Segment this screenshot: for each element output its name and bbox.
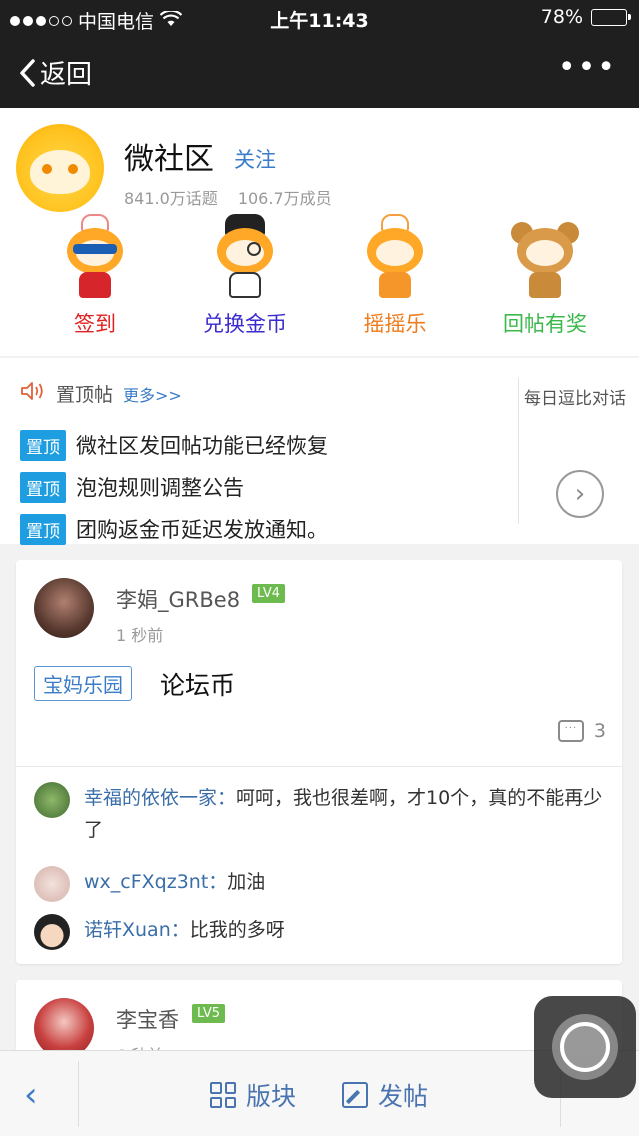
reply-reward-label: 回帖有奖 — [503, 312, 587, 336]
pinned-header: 置顶帖 更多>> — [20, 380, 182, 407]
exchange-coins-label: 兑换金币 — [203, 312, 287, 336]
status-bar: 中国电信 上午11:43 78% — [0, 0, 639, 36]
boards-label: 版块 — [246, 1082, 297, 1111]
pinned-tag: 置顶 — [20, 429, 66, 461]
comment-count[interactable]: ··· 3 — [557, 720, 606, 742]
pinned-title: 置顶帖 — [56, 384, 114, 406]
avatar — [34, 782, 70, 818]
forum-tag[interactable]: 宝妈乐园 — [34, 666, 132, 701]
chevron-left-icon — [20, 58, 35, 87]
comment-icon: ··· — [557, 720, 584, 742]
edit-icon — [342, 1082, 368, 1108]
pinned-item-text: 微社区发回帖功能已经恢复 — [76, 434, 328, 458]
community-logo — [16, 124, 104, 212]
post-author[interactable]: 李娟_GRBe8 — [116, 584, 240, 614]
new-post-button[interactable]: 发帖 — [342, 1077, 428, 1113]
shake-label: 摇摇乐 — [363, 312, 427, 336]
pinned-list: 置顶 微社区发回帖功能已经恢复 置顶 泡泡规则调整公告 置顶 团购返金币延迟发放… — [20, 424, 328, 550]
avatar[interactable] — [34, 578, 94, 638]
avatar — [34, 866, 70, 902]
pinned-item[interactable]: 置顶 泡泡规则调整公告 — [20, 466, 328, 508]
action-row: 签到 兑换金币 摇摇乐 回帖有奖 — [0, 214, 639, 340]
back-arrow-button[interactable]: ‹ — [24, 1075, 38, 1115]
pinned-item[interactable]: 置顶 团购返金币延迟发放通知。 — [20, 508, 328, 550]
level-badge: LV5 — [192, 1004, 225, 1023]
reply-reward-button[interactable]: 回帖有奖 — [485, 214, 605, 338]
pinned-item[interactable]: 置顶 微社区发回帖功能已经恢复 — [20, 424, 328, 466]
post-title[interactable]: 论坛币 — [160, 666, 235, 702]
pinned-item-text: 团购返金币延迟发放通知。 — [76, 518, 328, 542]
reply-item[interactable]: wx_cFXqz3nt：加油 — [34, 866, 604, 902]
pinned-tag: 置顶 — [20, 471, 66, 503]
grid-icon — [210, 1082, 236, 1108]
reply-reward-mascot-icon — [509, 214, 581, 300]
checkin-label: 签到 — [74, 312, 116, 336]
community-stats: 841.0万话题 106.7万成员 — [124, 185, 332, 209]
pinned-divider — [518, 378, 519, 524]
reply-author[interactable]: wx_cFXqz3nt： — [84, 871, 227, 893]
level-badge: LV4 — [252, 584, 285, 603]
reply-item[interactable]: 幸福的依依一家：呵呵，我也很差啊，才10个，真的不能再少了 — [34, 782, 604, 846]
assistive-touch-icon — [560, 1022, 610, 1072]
back-label: 返回 — [40, 60, 93, 90]
community-title: 微社区 — [124, 142, 214, 177]
reply-item[interactable]: 诺轩Xuan：比我的多呀 — [34, 914, 604, 950]
pinned-more-link[interactable]: 更多>> — [123, 382, 182, 406]
reply-author[interactable]: 幸福的依依一家： — [84, 787, 236, 809]
card-divider — [16, 766, 622, 767]
reply-text: 加油 — [227, 871, 266, 893]
reply-author[interactable]: 诺轩Xuan： — [84, 919, 190, 941]
battery-percent: 78% — [540, 6, 583, 28]
follow-button[interactable]: 关注 — [234, 144, 276, 174]
comment-count-value: 3 — [593, 720, 606, 742]
shake-mascot-icon — [359, 214, 431, 300]
daily-chat-label[interactable]: 每日逗比对话 — [524, 384, 626, 409]
post-time: 1 秒前 — [116, 626, 164, 645]
toolbar-divider — [78, 1061, 79, 1127]
checkin-mascot-icon — [59, 214, 131, 300]
battery-icon — [591, 8, 631, 26]
status-right: 78% — [540, 6, 631, 28]
exchange-mascot-icon — [209, 214, 281, 300]
reply-text: 比我的多呀 — [189, 919, 285, 941]
exchange-coins-button[interactable]: 兑换金币 — [185, 214, 305, 338]
chevron-right-circle-icon[interactable]: › — [556, 470, 604, 518]
checkin-button[interactable]: 签到 — [35, 214, 155, 338]
nav-bar: 返回 ••• — [0, 36, 639, 108]
assistive-touch-button[interactable] — [534, 996, 636, 1098]
pinned-item-text: 泡泡规则调整公告 — [76, 476, 244, 500]
post-author[interactable]: 李宝香 — [116, 1004, 179, 1034]
members-count: 106.7万成员 — [237, 189, 332, 208]
pinned-tag: 置顶 — [20, 513, 66, 545]
speaker-icon — [20, 380, 46, 407]
avatar[interactable] — [34, 998, 94, 1058]
topics-count: 841.0万话题 — [124, 189, 218, 208]
more-button[interactable]: ••• — [558, 53, 617, 83]
back-button[interactable]: 返回 — [18, 54, 92, 91]
avatar — [34, 914, 70, 950]
pinned-section: 置顶帖 更多>> 置顶 微社区发回帖功能已经恢复 置顶 泡泡规则调整公告 置顶 … — [0, 358, 639, 545]
new-post-label: 发帖 — [378, 1082, 429, 1111]
shake-button[interactable]: 摇摇乐 — [335, 214, 455, 338]
post-card[interactable]: 李宝香 LV5 6 秒前 — [16, 980, 622, 1065]
boards-button[interactable]: 版块 — [210, 1077, 296, 1113]
post-card[interactable]: 李娟_GRBe8 LV4 1 秒前 宝妈乐园 论坛币 ··· 3 幸福的依依一家… — [16, 560, 622, 964]
